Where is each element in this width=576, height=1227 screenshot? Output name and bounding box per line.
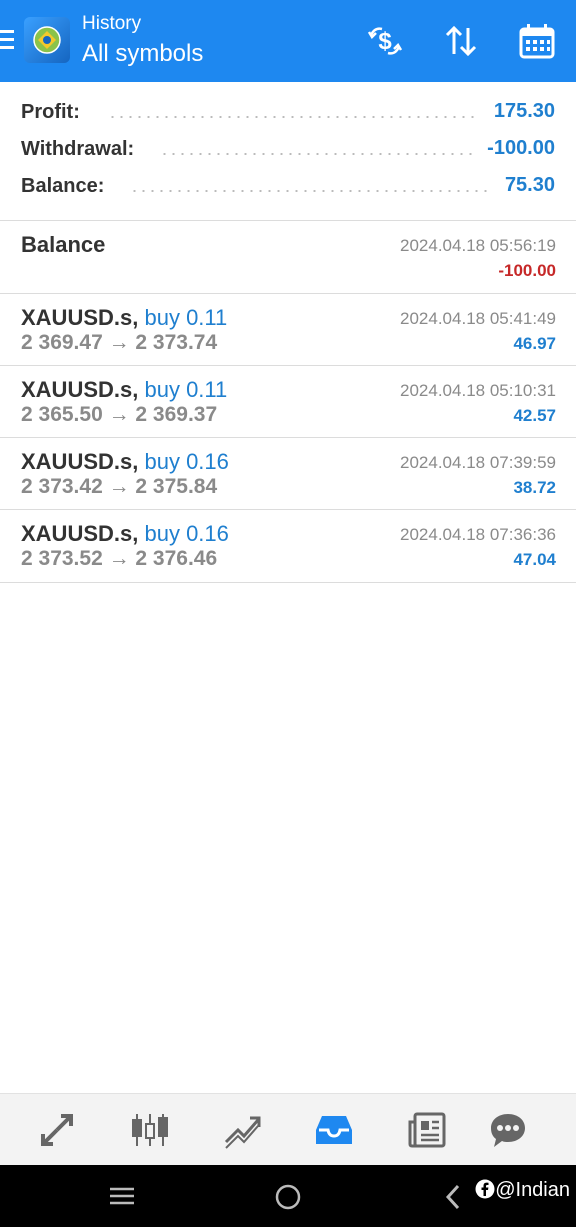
sort-icon[interactable] [442, 22, 480, 60]
dotted-leader [130, 190, 492, 192]
bottom-nav [0, 1093, 576, 1166]
deal-symbol: XAUUSD.s, buy 0.11 [21, 377, 227, 403]
balance-value: 75.30 [504, 174, 555, 196]
trade-icon[interactable] [222, 1110, 262, 1150]
withdrawal-value: -100.00 [487, 137, 555, 159]
deal-value: 47.04 [513, 550, 556, 569]
list-item[interactable]: XAUUSD.s, buy 0.16 2 373.42 → 2 375.84 2… [0, 437, 576, 510]
chart-icon[interactable] [130, 1110, 170, 1150]
watermark: @Indian [475, 1179, 570, 1202]
back-icon[interactable] [444, 1183, 462, 1211]
deal-value: -100.00 [498, 261, 556, 280]
menu-icon[interactable] [0, 30, 14, 50]
deal-symbol: XAUUSD.s, buy 0.16 [21, 449, 229, 475]
history-icon[interactable] [314, 1110, 354, 1150]
header-title[interactable]: All symbols [82, 40, 203, 68]
deal-side: buy 0.16 [144, 449, 229, 474]
app-logo [24, 17, 70, 63]
withdrawal-row: Withdrawal: -100.00 [0, 129, 576, 166]
app-header: History All symbols $ [0, 0, 576, 82]
symbol-name: XAUUSD.s, [21, 305, 139, 330]
news-icon[interactable] [407, 1110, 447, 1150]
symbol-name: XAUUSD.s, [21, 521, 139, 546]
deal-prices: 2 373.42 → 2 375.84 [21, 475, 218, 498]
profit-value: 175.30 [493, 100, 555, 122]
deal-prices: 2 365.50 → 2 369.37 [21, 403, 218, 426]
summary-section: Profit: 175.30 Withdrawal: -100.00 Balan… [0, 92, 576, 203]
list-item[interactable]: XAUUSD.s, buy 0.11 2 369.47 → 2 373.74 2… [0, 293, 576, 366]
deal-side: buy 0.16 [144, 521, 229, 546]
list-item[interactable]: Balance 2024.04.18 05:56:19 -100.00 [0, 220, 576, 293]
deal-prices: 2 369.47 → 2 373.74 [21, 331, 218, 354]
deal-time: 2024.04.18 07:36:36 [400, 525, 556, 544]
recent-apps-icon[interactable] [108, 1185, 136, 1207]
deal-time: 2024.04.18 05:10:31 [400, 381, 556, 400]
deal-value: 42.57 [513, 406, 556, 425]
deal-value: 46.97 [513, 334, 556, 353]
facebook-icon [475, 1179, 495, 1199]
chat-icon[interactable] [488, 1110, 528, 1150]
deal-time: 2024.04.18 07:39:59 [400, 453, 556, 472]
dotted-leader [160, 153, 472, 155]
home-icon[interactable] [274, 1183, 302, 1211]
deposit-withdraw-icon[interactable]: $ [366, 22, 404, 60]
svg-text:$: $ [378, 28, 392, 55]
deal-title: Balance [21, 232, 106, 257]
deal-symbol: XAUUSD.s, buy 0.11 [21, 305, 227, 331]
deal-side: buy 0.11 [144, 305, 228, 330]
list-item[interactable]: XAUUSD.s, buy 0.16 2 373.52 → 2 376.46 2… [0, 509, 576, 583]
symbol-name: XAUUSD.s, [21, 449, 139, 474]
deal-prices: 2 373.52 → 2 376.46 [21, 547, 218, 570]
deal-value: 38.72 [513, 478, 556, 497]
withdrawal-label: Withdrawal: [21, 138, 135, 160]
list-item[interactable]: XAUUSD.s, buy 0.11 2 365.50 → 2 369.37 2… [0, 365, 576, 438]
calendar-icon[interactable] [518, 22, 556, 60]
balance-row: Balance: 75.30 [0, 166, 576, 203]
dotted-leader [108, 116, 480, 118]
profit-row: Profit: 175.30 [0, 92, 576, 129]
quotes-icon[interactable] [37, 1110, 77, 1150]
symbol-name: XAUUSD.s, [21, 377, 139, 402]
balance-label: Balance: [21, 175, 105, 197]
header-subtitle: History [82, 13, 142, 34]
profit-label: Profit: [21, 101, 80, 123]
watermark-text: @Indian [495, 1179, 570, 1201]
deal-time: 2024.04.18 05:41:49 [400, 309, 556, 328]
deal-side: buy 0.11 [144, 377, 228, 402]
deal-time: 2024.04.18 05:56:19 [400, 236, 556, 255]
deal-symbol: XAUUSD.s, buy 0.16 [21, 521, 229, 547]
system-nav-bar: @Indian [0, 1165, 576, 1227]
